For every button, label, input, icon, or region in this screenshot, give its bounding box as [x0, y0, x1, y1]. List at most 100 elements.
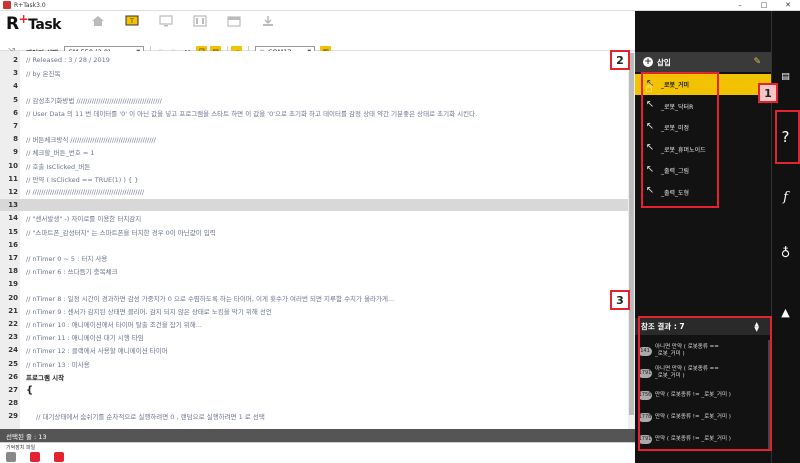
code-line[interactable]: 13 [0, 199, 628, 212]
line-number: 14 [8, 214, 18, 223]
line-number: 6 [13, 108, 18, 117]
code-line[interactable]: 21 // nTimer 9 : 센서가 감지된 상태면 클리어. 감지 되지 않… [0, 305, 628, 317]
line-number: 17 [8, 254, 18, 262]
code-line[interactable]: 27 { [0, 384, 628, 396]
code-line[interactable]: 10 // 호출 IsClicked_버튼 [0, 160, 628, 172]
line-number: 12 [8, 188, 18, 196]
app-logo: R+Task [6, 12, 61, 34]
line-number: 15 [8, 227, 18, 236]
download-icon[interactable] [260, 15, 276, 27]
editor-scroll-thumb[interactable] [629, 53, 634, 415]
main-toolbar: R+Task T ⤨ 제어기 선택 CM-550 (2.0)▼ ↶ ↷ ✂ ❐ … [0, 11, 635, 57]
insert-title: 삽입 [657, 57, 671, 67]
task-code-icon[interactable]: T [124, 15, 140, 27]
plus-circle-icon[interactable]: + [643, 57, 653, 67]
window-titlebar: R+Task3.0 – □ ✕ [0, 0, 800, 11]
file-icon[interactable] [6, 452, 16, 462]
line-text: // 감성초기화방법 /////////////////////////////… [26, 96, 162, 105]
line-text: // /////////////////////////////////////… [26, 188, 145, 196]
code-line[interactable]: 26 프로그램 시작 [0, 371, 628, 383]
code-line[interactable]: 7 [0, 120, 628, 132]
lightbulb-icon[interactable]: ♁ [771, 246, 800, 261]
line-text: 프로그램 시작 [26, 373, 65, 382]
code-line[interactable]: 25 // nTimer 13 : 미사용 [0, 358, 628, 370]
annotation-label-1: 1 [758, 83, 778, 103]
code-line[interactable]: 4 [0, 80, 628, 92]
line-text: // nTimer 9 : 센서가 감지된 상태면 클리어. 감지 되지 않은 … [26, 307, 272, 316]
line-text: // 만약 ( IsClicked == TRUE(1) ) { } [26, 175, 139, 184]
maximize-button[interactable]: □ [752, 0, 776, 10]
line-text: // Released : 3 / 28 / 2019 [26, 56, 110, 64]
line-number: 19 [8, 280, 18, 289]
line-number: 13 [8, 201, 18, 210]
line-number: 10 [8, 161, 18, 170]
line-text: // 대기상태에서 숨쉬기를 순차적으로 실행하려면 0 , 랜덤으로 실행하려… [36, 413, 265, 422]
code-line[interactable]: 28 [0, 397, 628, 409]
close-button[interactable]: ✕ [776, 0, 800, 10]
line-text: // "센서발생" -) 자이로를 이용한 터치감지 [26, 215, 142, 224]
line-text: { [26, 384, 34, 396]
window-title: R+Task3.0 [14, 1, 46, 9]
code-line[interactable]: 5 // 감성초기화방법 ////////////////////////////… [0, 94, 628, 106]
home-icon[interactable] [90, 15, 106, 27]
code-line[interactable]: 6 // User Data 의 11 번 데이터를 '0' 이 아닌 값을 넣고… [0, 107, 628, 119]
code-line[interactable]: 14 // "센서발생" -) 자이로를 이용한 터치감지 [0, 212, 628, 224]
line-number: 27 [8, 386, 18, 394]
line-text: // nTimer 11 : 애니메이션 대기 시행 타임 [26, 334, 144, 343]
code-line[interactable]: 29 // 대기상태에서 숨쉬기를 순차적으로 실행하려면 0 , 랜덤으로 실행… [0, 410, 628, 422]
warning-icon[interactable]: ▲ [771, 306, 800, 319]
code-line[interactable]: 24 // nTimer 12 : 클랙에서 사용할 애니메이션 타이머 [0, 344, 628, 356]
annotation-box-insert [641, 72, 719, 208]
function-icon[interactable]: f [771, 190, 800, 205]
line-number: 9 [13, 148, 18, 157]
code-line[interactable]: 16 [0, 239, 628, 251]
status-bar: 선택된 줄 : 13 [0, 429, 635, 442]
code-line[interactable]: 19 [0, 278, 628, 290]
code-line[interactable]: 18 // nTimer 6 : 쓰다듬기 충복체크 [0, 265, 628, 277]
code-line[interactable]: 2 // Released : 3 / 28 / 2019 [0, 54, 628, 66]
line-number: 8 [13, 135, 18, 144]
code-line[interactable]: 8 // 버튼체크방식 /////////////////////////////… [0, 133, 628, 145]
line-text: // 버튼체크방식 //////////////////////////////… [26, 136, 156, 145]
code-editor[interactable]: 2 // Released : 3 / 28 / 2019 3 // by 온진목 4 5… [0, 51, 628, 429]
code-line[interactable]: 15 // "스마트폰_감성터치" 는 스마트폰을 터치한 경우 0이 아닌값이 … [0, 226, 628, 238]
line-number: 11 [8, 174, 18, 183]
code-line[interactable]: 9 // 체크할_버튼_번호 = 1 [0, 146, 628, 158]
annotation-label-2: 2 [610, 50, 630, 70]
bottom-bar: 기억장치 파일 [0, 442, 635, 463]
code-line[interactable]: 22 // nTimer 10 : 애니메이션에서 타이머 탈출 조건을 잡기 위… [0, 318, 628, 330]
editor-scrollbar[interactable] [628, 51, 635, 429]
code-line[interactable]: 20 // nTimer 8 : 일정 시간이 경과하면 감성 가중치가 0 으로… [0, 292, 628, 304]
selected-line-status: 선택된 줄 : 13 [6, 432, 47, 441]
line-number: 18 [8, 267, 18, 276]
pencil-icon[interactable]: ✎ [753, 57, 761, 67]
line-text: // nTimer 0 ~ 5 : 터치 사용 [26, 255, 108, 263]
minimize-button[interactable]: – [728, 0, 752, 10]
calendar-icon[interactable] [226, 15, 242, 27]
insert-panel-header: + 삽입 ✎ [635, 52, 771, 72]
code-line[interactable]: 23 // nTimer 11 : 애니메이션 대기 시행 타임 [0, 331, 628, 343]
record-icon[interactable] [30, 452, 40, 462]
motion-icon[interactable] [192, 15, 208, 27]
line-number: 4 [13, 82, 18, 91]
code-line[interactable]: 3 // by 온진목 [0, 67, 628, 79]
bottom-label: 기억장치 파일 [6, 445, 36, 451]
line-text: // nTimer 8 : 일정 시간이 경과하면 감성 가중치가 0 으로 수… [26, 294, 395, 303]
line-number: 16 [8, 240, 18, 249]
stop-icon[interactable] [54, 452, 64, 462]
code-line[interactable]: 11 // 만약 ( IsClicked == TRUE(1) ) { } [0, 173, 628, 185]
line-text: // nTimer 12 : 클랙에서 사용할 애니메이션 타이머 [26, 347, 168, 356]
line-number: 20 [8, 293, 18, 302]
line-text: // User Data 의 11 번 데이터를 '0' 이 아닌 값을 넣고 … [26, 109, 478, 118]
monitor-icon[interactable] [158, 15, 174, 27]
line-text: // 호출 IsClicked_버튼 [26, 162, 91, 171]
code-line[interactable]: 12 // ///////////////////////////////////… [0, 186, 628, 198]
line-number: 28 [8, 399, 18, 408]
line-number: 23 [8, 333, 18, 342]
line-number: 24 [8, 346, 18, 355]
line-number: 7 [13, 122, 18, 130]
line-text: // nTimer 13 : 미사용 [26, 360, 90, 369]
code-line[interactable]: 17 // nTimer 0 ~ 5 : 터치 사용 [0, 252, 628, 264]
list-icon[interactable]: ▤ [771, 72, 800, 82]
line-number: 22 [8, 320, 18, 328]
